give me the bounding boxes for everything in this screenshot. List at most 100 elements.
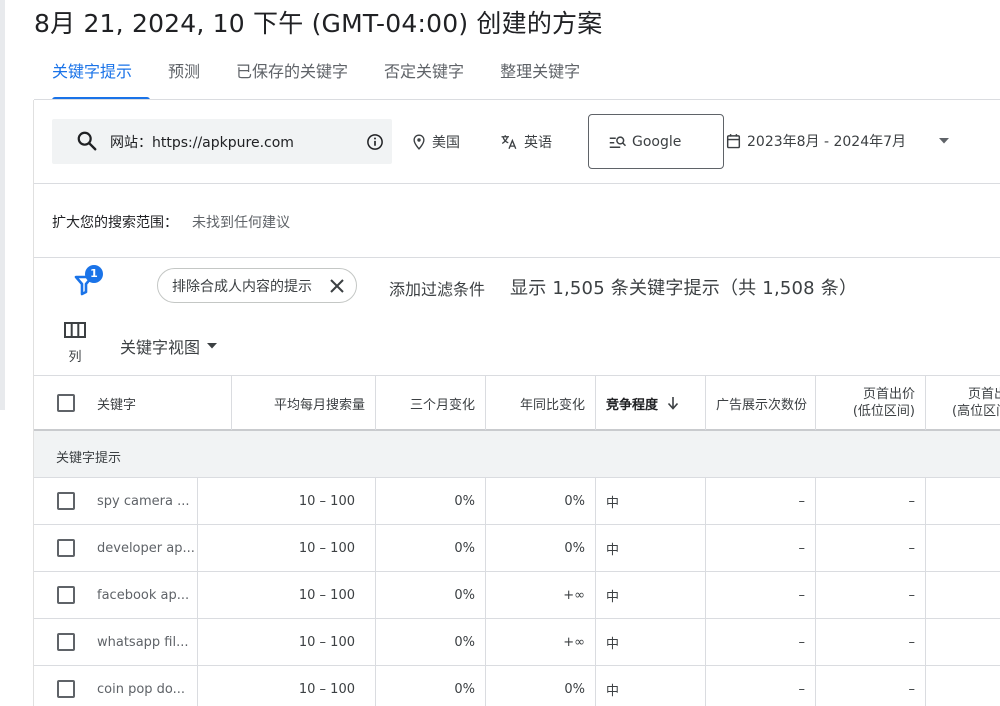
chevron-down-icon [939,138,950,144]
location-selector[interactable]: 美国 [412,132,460,152]
broaden-value: 未找到任何建议 [192,215,290,231]
top-bid-low-cell: – [816,525,926,571]
three-month-cell: 0% [376,478,486,524]
filter-chip-exclude-adult[interactable]: 排除合成人内容的提示 [157,268,357,303]
top-bid-low-cell: – [816,572,926,618]
yoy-cell: +∞ [486,619,596,665]
row-checkbox[interactable] [57,586,75,604]
top-bid-high-cell [926,666,1000,706]
location-pin-icon [413,134,425,150]
select-all-checkbox[interactable] [57,394,75,412]
result-count: 显示 1,505 条关键字提示（共 1,508 条） [510,278,858,299]
divider [34,257,1000,258]
keyword-cell: coin pop do... [90,666,198,706]
broaden-search: 扩大您的搜索范围： 未找到任何建议 [52,212,290,232]
three-month-cell: 0% [376,572,486,618]
header-top-bid-high[interactable]: 页首出 (高位区间 [926,376,1000,430]
competition-cell: 中 [596,619,706,665]
row-checkbox[interactable] [57,492,75,510]
row-checkbox[interactable] [57,680,75,698]
header-top-bid-high-line1: 页首出 [968,387,1000,402]
language-label: 英语 [524,135,552,151]
select-all-cell [34,376,90,430]
impression-share-cell: – [706,572,816,618]
three-month-cell: 0% [376,525,486,571]
language-selector[interactable]: 英语 [500,132,552,152]
header-top-bid-low[interactable]: 页首出价 (低位区间) [816,376,926,430]
yoy-cell: 0% [486,525,596,571]
columns-icon [64,322,86,338]
yoy-cell: +∞ [486,572,596,618]
header-top-bid-low-line1: 页首出价 [862,387,915,402]
competition-cell: 中 [596,525,706,571]
header-yoy-change[interactable]: 年同比变化 [486,376,596,430]
row-select-cell [34,572,90,618]
close-icon[interactable] [328,277,346,295]
add-filter-button[interactable]: 添加过滤条件 [389,276,485,300]
site-search-input[interactable]: 网站：https://apkpure.com [52,119,392,164]
search-engine-icon [609,135,627,148]
page-title: 8月 21, 2024, 10 下午 (GMT-04:00) 创建的方案 [34,9,603,38]
competition-cell: 中 [596,572,706,618]
table-row[interactable]: developer ap... 10 – 100 0% 0% 中 – – [34,525,1000,572]
date-range-selector[interactable]: 2023年8月 - 2024年7月 [726,131,950,151]
keyword-cell: facebook ap... [90,572,198,618]
keyword-cell: whatsapp fil... [90,619,198,665]
info-icon[interactable] [366,133,384,151]
columns-label: 列 [68,350,82,365]
impression-share-cell: – [706,666,816,706]
table-row[interactable]: spy camera ... 10 – 100 0% 0% 中 – – [34,478,1000,525]
tabs-divider [34,99,1000,100]
keyword-view-dropdown[interactable]: 关键字视图 [120,334,218,358]
tab-keyword-ideas[interactable]: 关键字提示 [34,52,151,100]
location-label: 美国 [432,135,460,151]
top-bid-low-cell: – [816,478,926,524]
group-header-row: 关键字提示 [34,431,1000,478]
translate-icon [501,135,517,150]
row-select-cell [34,478,90,524]
header-three-month-change[interactable]: 三个月变化 [376,376,486,430]
impression-share-cell: – [706,525,816,571]
search-engine-label: Google [632,133,682,150]
search-engine-selector[interactable]: Google [588,114,724,169]
header-top-bid-high-line2: (高位区间 [952,404,1000,419]
columns-button[interactable]: 列 [62,322,88,365]
three-month-cell: 0% [376,619,486,665]
yoy-cell: 0% [486,666,596,706]
row-checkbox[interactable] [57,539,75,557]
row-select-cell [34,619,90,665]
impression-share-cell: – [706,619,816,665]
table-row[interactable]: coin pop do... 10 – 100 0% 0% 中 – – [34,666,1000,706]
competition-cell: 中 [596,478,706,524]
tab-saved-keywords[interactable]: 已保存的关键字 [218,52,366,100]
top-bid-high-cell [926,525,1000,571]
row-checkbox[interactable] [57,633,75,651]
avg-searches-cell: 10 – 100 [198,619,376,665]
divider [34,183,1000,184]
broaden-label: 扩大您的搜索范围： [52,215,178,231]
competition-cell: 中 [596,666,706,706]
date-range-label: 2023年8月 - 2024年7月 [747,134,907,150]
impression-share-cell: – [706,478,816,524]
filter-chip-label: 排除合成人内容的提示 [172,278,312,295]
tab-forecast[interactable]: 预测 [150,52,218,100]
top-bid-high-cell [926,619,1000,665]
group-label: 关键字提示 [56,451,122,466]
header-competition[interactable]: 竞争程度 [596,376,706,430]
keyword-cell: spy camera ... [90,478,198,524]
keyword-cell: developer ap... [90,525,198,571]
avg-searches-cell: 10 – 100 [198,666,376,706]
table-row[interactable]: facebook ap... 10 – 100 0% +∞ 中 – – [34,572,1000,619]
header-impression-share[interactable]: 广告展示次数份 [706,376,816,430]
row-select-cell [34,666,90,706]
chevron-down-icon [207,343,218,349]
row-select-cell [34,525,90,571]
header-competition-label: 竞争程度 [606,397,659,413]
table-row[interactable]: whatsapp fil... 10 – 100 0% +∞ 中 – – [34,619,1000,666]
calendar-icon [726,134,741,149]
header-avg-monthly-searches[interactable]: 平均每月搜索量 [198,376,376,430]
top-bid-high-cell [926,478,1000,524]
tab-group-keywords[interactable]: 整理关键字 [482,52,598,100]
top-bid-low-cell: – [816,666,926,706]
tab-negative-keywords[interactable]: 否定关键字 [366,52,482,100]
